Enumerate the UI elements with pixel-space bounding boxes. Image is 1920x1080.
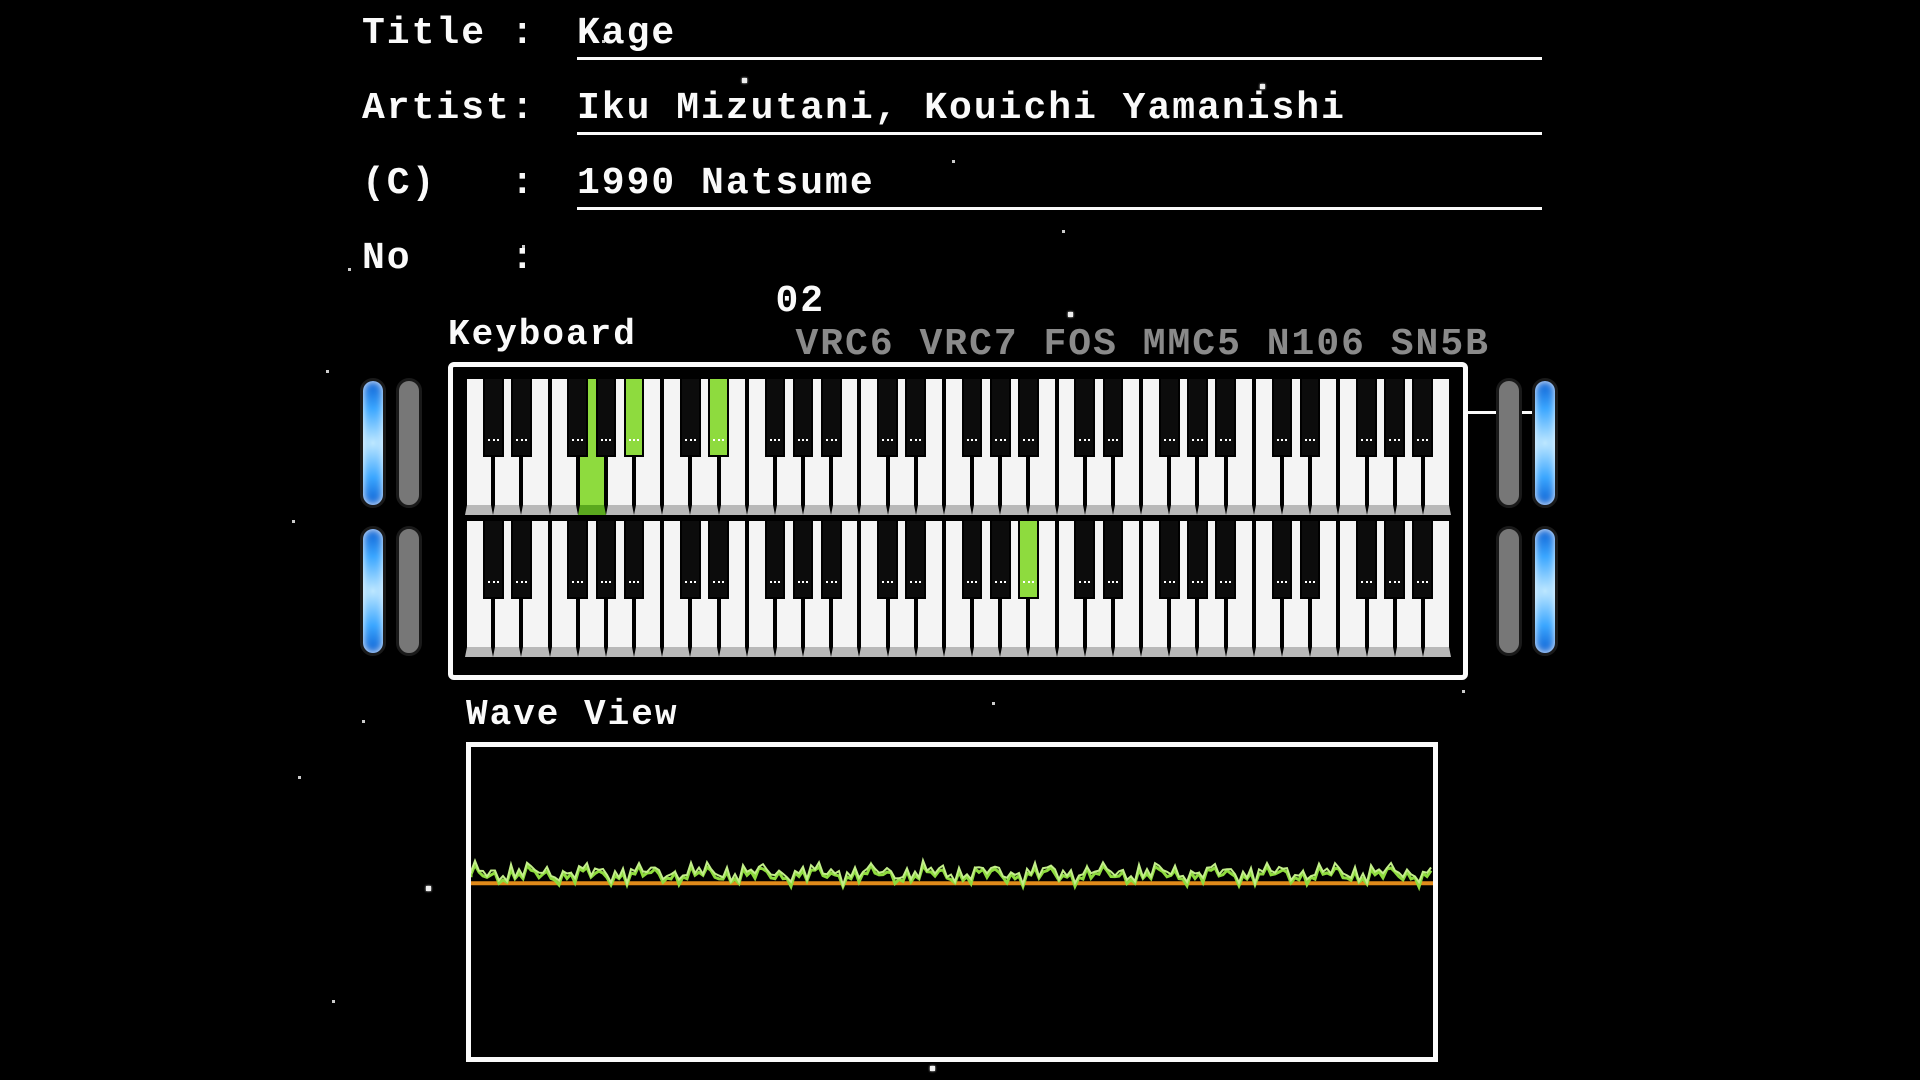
keyboard-row-2 [465,519,1451,657]
black-key[interactable] [1159,377,1180,457]
expansion-chips: VRC6 VRC7 FOS MMC5 N106 SN5B [795,323,1490,366]
black-key[interactable] [1018,519,1039,599]
keyboard-label: Keyboard [448,314,637,355]
black-key[interactable] [567,519,588,599]
black-key[interactable] [511,519,532,599]
black-key[interactable] [821,519,842,599]
black-key[interactable] [793,519,814,599]
black-key[interactable] [596,377,617,457]
star-icon [362,720,365,723]
artist-value: Iku Mizutani, Kouichi Yamanishi [577,87,1542,135]
track-no: 02 [775,280,825,323]
black-key[interactable] [905,519,926,599]
black-key[interactable] [1412,519,1433,599]
black-key[interactable] [680,519,701,599]
star-icon [1462,690,1465,693]
black-key[interactable] [1187,377,1208,457]
black-key[interactable] [1074,519,1095,599]
black-key[interactable] [680,377,701,457]
star-icon [298,776,301,779]
star-icon [930,1066,935,1071]
black-key[interactable] [1412,377,1433,457]
channel-lamp [1496,526,1522,656]
black-key[interactable] [877,377,898,457]
black-key[interactable] [708,519,729,599]
black-key[interactable] [1159,519,1180,599]
channel-lamp [1532,526,1558,656]
black-key[interactable] [821,377,842,457]
black-key[interactable] [765,377,786,457]
metadata-block: Title : Kage Artist: Iku Mizutani, Kouic… [362,12,1542,312]
black-key[interactable] [1356,519,1377,599]
black-key[interactable] [708,377,729,457]
channel-lamp [396,526,422,656]
black-key[interactable] [1272,377,1293,457]
channel-lamp [1496,378,1522,508]
black-key[interactable] [877,519,898,599]
keyboard-row-1 [465,377,1451,515]
black-key[interactable] [765,519,786,599]
meta-label: Artist: [362,87,577,130]
black-key[interactable] [596,519,617,599]
black-key[interactable] [1074,377,1095,457]
black-key[interactable] [1300,519,1321,599]
black-key[interactable] [905,377,926,457]
lamp-column [1532,378,1558,656]
black-key[interactable] [1384,377,1405,457]
black-key[interactable] [1103,519,1124,599]
black-key[interactable] [793,377,814,457]
star-icon [292,520,295,523]
lamps-right [1496,378,1558,656]
lamp-column [396,378,422,656]
black-key[interactable] [1384,519,1405,599]
black-key[interactable] [1187,519,1208,599]
star-icon [992,702,995,705]
lamp-column [360,378,386,656]
meta-row-copyright: (C) : 1990 Natsume [362,162,1542,237]
black-key[interactable] [567,377,588,457]
black-key[interactable] [483,519,504,599]
meta-row-artist: Artist: Iku Mizutani, Kouichi Yamanishi [362,87,1542,162]
channel-lamp [360,526,386,656]
meta-label: (C) : [362,162,577,205]
lamp-column [1496,378,1522,656]
meta-label: No : [362,237,577,280]
black-key[interactable] [624,519,645,599]
black-key[interactable] [624,377,645,457]
black-key[interactable] [1300,377,1321,457]
wave-svg [471,747,1433,1057]
black-key[interactable] [1356,377,1377,457]
channel-lamp [360,378,386,508]
black-key[interactable] [1272,519,1293,599]
black-key[interactable] [962,377,983,457]
black-key[interactable] [990,519,1011,599]
channel-lamp [1532,378,1558,508]
black-key[interactable] [1018,377,1039,457]
star-icon [426,886,431,891]
copyright-value: 1990 Natsume [577,162,1542,210]
black-key[interactable] [1215,519,1236,599]
black-key[interactable] [990,377,1011,457]
channel-lamp [396,378,422,508]
meta-label: Title : [362,12,577,55]
player-stage: Title : Kage Artist: Iku Mizutani, Kouic… [232,0,1688,1080]
wave-label: Wave View [466,694,678,735]
meta-row-track: No : 02 VRC6 VRC7 FOS MMC5 N106 SN5B [362,237,1542,312]
black-key[interactable] [1103,377,1124,457]
black-key[interactable] [962,519,983,599]
lamps-left [360,378,422,656]
star-icon [326,370,329,373]
star-icon [348,268,351,271]
title-value: Kage [577,12,1542,60]
meta-row-title: Title : Kage [362,12,1542,87]
black-key[interactable] [483,377,504,457]
black-key[interactable] [1215,377,1236,457]
star-icon [332,1000,335,1003]
keyboard-panel [448,362,1468,680]
black-key[interactable] [511,377,532,457]
wave-panel [466,742,1438,1062]
